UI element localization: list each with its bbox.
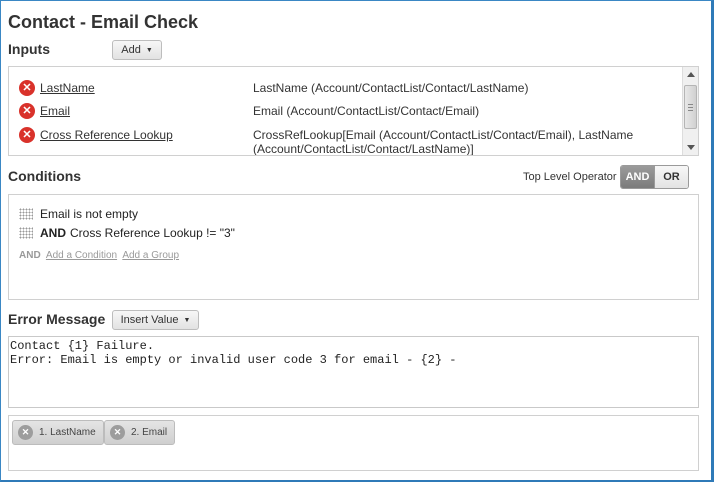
conditions-footer: AND Add a Condition Add a Group <box>19 250 182 261</box>
input-path: Email (Account/ContactList/Contact/Email… <box>253 104 480 118</box>
top-level-operator-label: Top Level Operator <box>523 171 617 183</box>
input-row: ✕ LastName LastName (Account/ContactList… <box>9 79 681 99</box>
scroll-down-icon[interactable] <box>687 145 695 150</box>
value-token[interactable]: ✕ 2. Email <box>104 420 176 445</box>
condition-operator: AND <box>40 226 66 240</box>
inputs-list: ✕ LastName LastName (Account/ContactList… <box>8 66 699 156</box>
operator-and-button[interactable]: AND <box>621 166 654 188</box>
input-row: ✕ Cross Reference Lookup CrossRefLookup[… <box>9 126 681 156</box>
add-input-button[interactable]: Add ▼ <box>112 40 162 60</box>
footer-operator: AND <box>19 250 41 261</box>
input-path: LastName (Account/ContactList/Contact/La… <box>253 81 529 95</box>
value-tokens-panel: ✕ 1. LastName ✕ 2. Email <box>8 415 699 471</box>
caret-down-icon: ▼ <box>145 46 153 54</box>
caret-down-icon: ▼ <box>183 316 191 324</box>
add-group-link[interactable]: Add a Group <box>122 250 179 261</box>
conditions-panel: Email is not empty AND Cross Reference L… <box>8 194 699 300</box>
error-message-textarea[interactable]: Contact {1} Failure. Error: Email is emp… <box>8 336 699 408</box>
input-name-link[interactable]: Cross Reference Lookup <box>40 128 173 142</box>
drag-handle-icon[interactable] <box>19 227 33 239</box>
inputs-label: Inputs <box>8 41 50 57</box>
token-remove-icon[interactable]: ✕ <box>110 425 125 440</box>
remove-x-icon[interactable]: ✕ <box>19 103 35 119</box>
inputs-scrollbar[interactable] <box>682 67 698 155</box>
remove-x-icon[interactable]: ✕ <box>19 127 35 143</box>
scroll-up-icon[interactable] <box>687 72 695 77</box>
conditions-label: Conditions <box>8 168 82 184</box>
token-remove-icon[interactable]: ✕ <box>18 425 33 440</box>
input-name-link[interactable]: LastName <box>40 81 95 95</box>
drag-handle-icon[interactable] <box>19 208 33 220</box>
condition-row[interactable]: AND Cross Reference Lookup != "3" <box>19 225 235 241</box>
condition-text: Cross Reference Lookup != "3" <box>70 226 235 240</box>
condition-text: Email is not empty <box>40 207 139 221</box>
insert-value-button-label: Insert Value <box>120 314 179 326</box>
scroll-thumb[interactable] <box>684 85 697 129</box>
error-message-label: Error Message <box>8 311 106 327</box>
remove-x-icon[interactable]: ✕ <box>19 80 35 96</box>
token-label: 1. LastName <box>39 427 96 438</box>
top-level-operator-toggle: AND OR <box>620 165 689 189</box>
insert-value-button[interactable]: Insert Value ▼ <box>112 310 199 330</box>
add-input-button-label: Add <box>121 44 141 56</box>
value-token[interactable]: ✕ 1. LastName <box>12 420 104 445</box>
page-title: Contact - Email Check <box>8 12 199 32</box>
token-label: 2. Email <box>131 427 168 438</box>
condition-row[interactable]: Email is not empty <box>19 206 138 222</box>
input-path: CrossRefLookup[Email (Account/ContactLis… <box>253 128 634 156</box>
input-name-link[interactable]: Email <box>40 104 70 118</box>
input-row: ✕ Email Email (Account/ContactList/Conta… <box>9 102 681 122</box>
add-condition-link[interactable]: Add a Condition <box>46 250 117 261</box>
operator-or-button[interactable]: OR <box>654 166 688 188</box>
